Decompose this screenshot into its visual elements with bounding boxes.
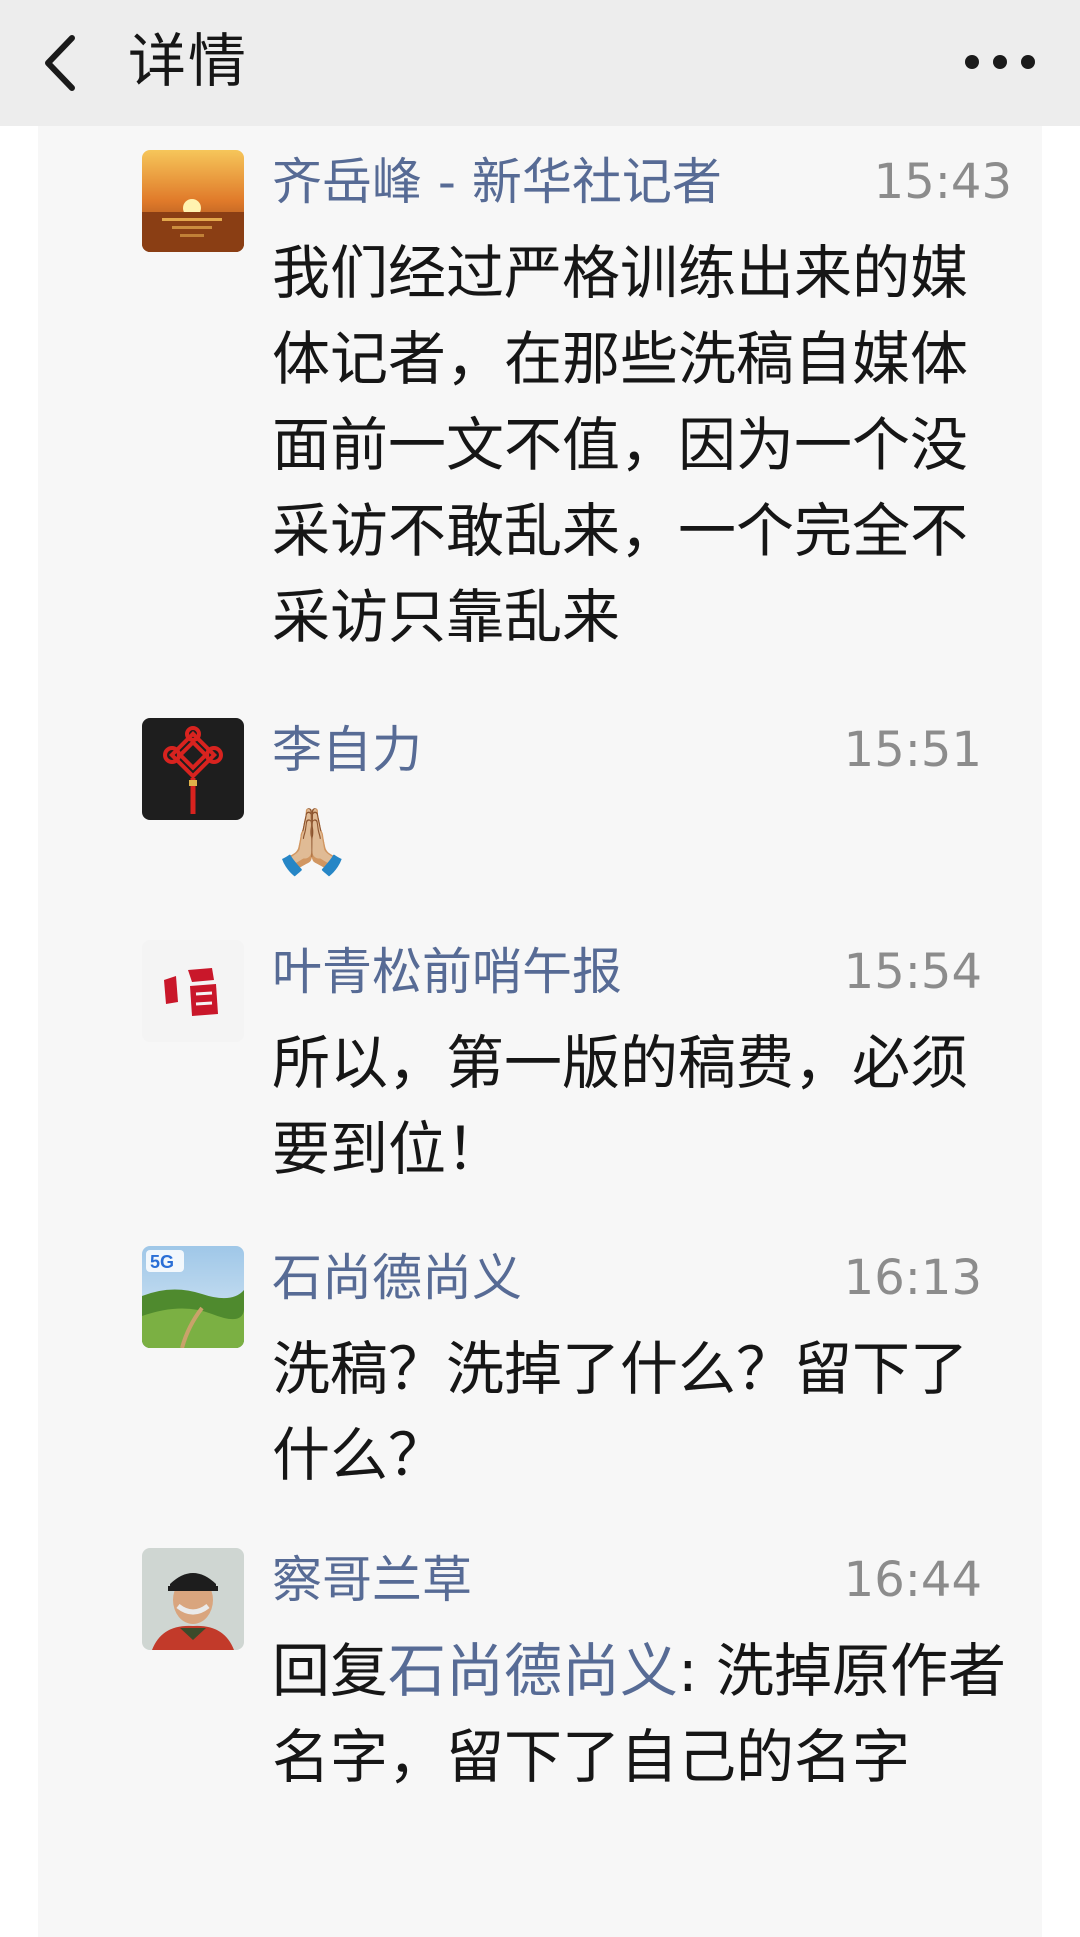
- comment-text: 所以，第一版的稿费，必须要到位！: [272, 1029, 969, 1183]
- svg-text:5G: 5G: [150, 1252, 174, 1272]
- 5g-landscape-avatar-icon: 5G: [142, 1246, 244, 1348]
- comment-time: 16:13: [843, 1250, 982, 1306]
- commenter-name[interactable]: 齐岳峰 - 新华社记者: [272, 150, 722, 214]
- comment-item: 察哥兰草 16:44 回复石尚德尚义: 洗掉原作者名字，留下了自己的名字: [142, 1548, 1012, 1908]
- reply-target-name[interactable]: 石尚德尚义: [388, 1637, 678, 1705]
- man-with-cap-avatar-icon: [142, 1548, 244, 1650]
- commenter-name[interactable]: 察哥兰草: [272, 1548, 472, 1612]
- comment-item: 5G 石尚德尚义 16:13 洗稿？洗掉了什么？留下了什么？: [142, 1246, 1012, 1506]
- avatar[interactable]: 5G: [142, 1246, 244, 1348]
- avatar[interactable]: [142, 718, 244, 820]
- avatar[interactable]: [142, 150, 244, 252]
- more-dots-icon: [965, 55, 1035, 69]
- comment-time: 16:44: [843, 1552, 982, 1608]
- reply-prefix: 回复: [272, 1637, 389, 1705]
- comment-item: 齐岳峰 - 新华社记者 15:43 我们经过严格训练出来的媒体记者，在那些洗稿自…: [142, 150, 1012, 670]
- comment-text: 洗稿？洗掉了什么？留下了什么？: [272, 1335, 969, 1489]
- comment-time: 15:51: [843, 722, 982, 778]
- avatar[interactable]: [142, 940, 244, 1042]
- top-nav-bar: 详情: [0, 0, 1080, 126]
- avatar[interactable]: [142, 1548, 244, 1650]
- comment-text: 回复石尚德尚义: 洗掉原作者名字，留下了自己的名字: [272, 1628, 1012, 1800]
- calligraphy-avatar-icon: [142, 940, 244, 1042]
- more-button[interactable]: [950, 22, 1050, 102]
- comment-text: 🙏🏼: [272, 805, 352, 879]
- comment-item: 叶青松前哨午报 15:54 所以，第一版的稿费，必须要到位！: [142, 940, 1012, 1200]
- commenter-name[interactable]: 叶青松前哨午报: [272, 940, 622, 1004]
- chinese-knot-avatar-icon: [142, 718, 244, 820]
- comment-time: 15:54: [843, 944, 982, 1000]
- comment-item: 李自力 15:51 🙏🏼: [142, 718, 1012, 898]
- comment-time: 15:43: [873, 154, 1012, 210]
- commenter-name[interactable]: 李自力: [272, 718, 422, 782]
- back-button[interactable]: [30, 18, 100, 108]
- sunset-avatar-icon: [142, 150, 244, 252]
- chevron-left-icon: [45, 35, 75, 91]
- page-title: 详情: [128, 27, 249, 95]
- comment-text: 我们经过严格训练出来的媒体记者，在那些洗稿自媒体面前一文不值，因为一个没采访不敢…: [272, 239, 969, 651]
- commenter-name[interactable]: 石尚德尚义: [272, 1246, 522, 1310]
